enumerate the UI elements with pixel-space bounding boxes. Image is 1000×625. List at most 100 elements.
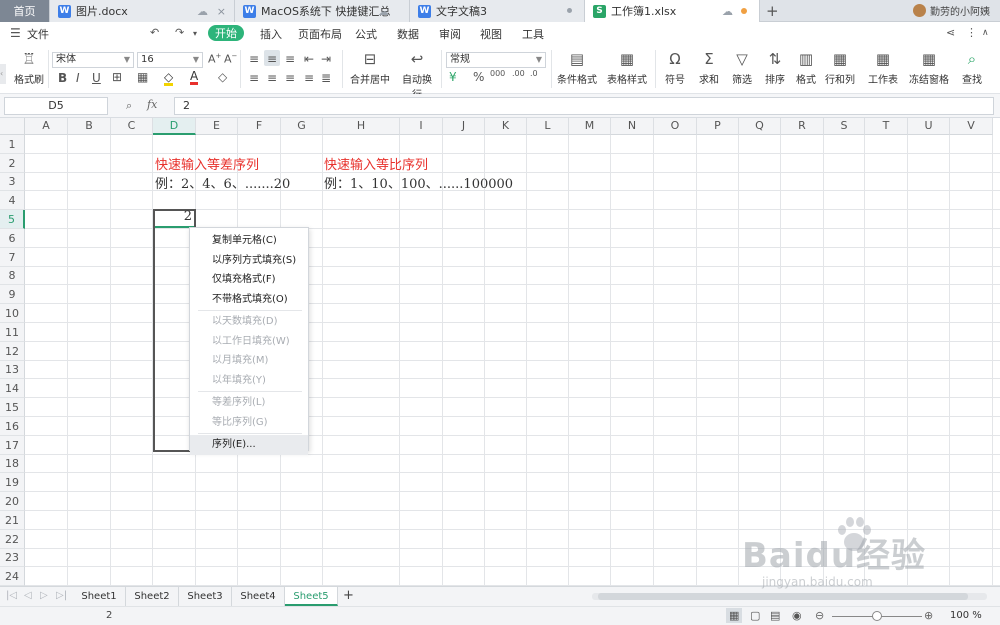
align-left-icon[interactable]: ≡ bbox=[249, 71, 259, 85]
currency-icon[interactable]: ¥ bbox=[449, 70, 457, 84]
row-header-11[interactable]: 11 bbox=[0, 323, 25, 342]
prev-sheet-icon[interactable]: ◁ bbox=[24, 590, 32, 601]
column-header-a[interactable]: A bbox=[25, 118, 68, 135]
column-header-r[interactable]: R bbox=[781, 118, 824, 135]
zoom-search-icon[interactable]: ⌕ bbox=[126, 99, 132, 113]
row-header-7[interactable]: 7 bbox=[0, 248, 25, 267]
column-header-b[interactable]: B bbox=[68, 118, 111, 135]
horizontal-scrollbar[interactable] bbox=[592, 593, 987, 600]
context-menu-item[interactable]: 等差序列(L) bbox=[190, 393, 308, 413]
row-header-15[interactable]: 15 bbox=[0, 398, 25, 417]
menu-data[interactable]: 数据 bbox=[397, 26, 419, 42]
context-menu-item[interactable]: 以工作日填充(W) bbox=[190, 332, 308, 352]
increase-indent-icon[interactable]: ⇥ bbox=[321, 52, 331, 66]
row-header-22[interactable]: 22 bbox=[0, 530, 25, 549]
column-header-p[interactable]: P bbox=[697, 118, 739, 135]
menu-start[interactable]: 开始 bbox=[208, 25, 244, 41]
next-sheet-icon[interactable]: ▷ bbox=[40, 590, 48, 601]
menu-review[interactable]: 审阅 bbox=[439, 26, 461, 42]
italic-icon[interactable]: I bbox=[76, 71, 80, 85]
row-header-13[interactable]: 13 bbox=[0, 361, 25, 379]
column-header-d[interactable]: D bbox=[153, 118, 196, 135]
column-header-n[interactable]: N bbox=[611, 118, 654, 135]
context-menu-item[interactable]: 不带格式填充(O) bbox=[190, 290, 308, 310]
row-header-23[interactable]: 23 bbox=[0, 549, 25, 567]
row-header-10[interactable]: 10 bbox=[0, 304, 25, 323]
new-tab-plus-icon[interactable]: + bbox=[766, 2, 779, 20]
collapse-ribbon-icon[interactable]: ∧ bbox=[982, 28, 989, 38]
tab-workbook[interactable]: S 工作簿1.xlsx ☁ bbox=[585, 0, 760, 22]
column-header-q[interactable]: Q bbox=[739, 118, 781, 135]
ribbon-scroll-left-icon[interactable]: ‹ bbox=[0, 64, 6, 84]
context-menu-item[interactable]: 以年填充(Y) bbox=[190, 371, 308, 391]
row-header-14[interactable]: 14 bbox=[0, 379, 25, 398]
conditional-format-button[interactable]: ▤ 条件格式 bbox=[554, 50, 600, 86]
cell-d2[interactable]: 快速输入等差序列 bbox=[155, 154, 259, 173]
column-header-e[interactable]: E bbox=[196, 118, 238, 135]
close-tab-icon[interactable]: × bbox=[217, 5, 226, 18]
fx-icon[interactable]: fx bbox=[147, 98, 157, 111]
scrollbar-thumb[interactable] bbox=[598, 593, 968, 600]
column-header-v[interactable]: V bbox=[950, 118, 993, 135]
find-button[interactable]: ⌕ 查找 bbox=[956, 50, 988, 86]
worksheet-button[interactable]: ▦ 工作表 bbox=[866, 50, 900, 86]
row-header-9[interactable]: 9 bbox=[0, 285, 25, 304]
symbol-button[interactable]: Ω 符号 bbox=[660, 50, 690, 86]
context-menu-item[interactable]: 以序列方式填充(S) bbox=[190, 251, 308, 271]
highlight-color-icon[interactable]: ◇ bbox=[164, 71, 174, 86]
menu-file[interactable]: 文件 bbox=[27, 26, 49, 42]
underline-icon[interactable]: U bbox=[92, 71, 101, 85]
tab-home[interactable]: 首页 bbox=[0, 0, 50, 22]
tab-doc-text3[interactable]: W 文字文稿3 bbox=[410, 0, 585, 22]
align-right-icon[interactable]: ≡ bbox=[285, 71, 295, 85]
column-header-k[interactable]: K bbox=[485, 118, 527, 135]
thousands-separator-icon[interactable]: 000 bbox=[490, 69, 505, 78]
page-layout-view-icon[interactable]: ▢ bbox=[750, 609, 760, 622]
menu-formula[interactable]: 公式 bbox=[355, 26, 377, 42]
context-menu-item[interactable]: 以天数填充(D) bbox=[190, 312, 308, 332]
merge-center-button[interactable]: ⊟ 合并居中 bbox=[346, 50, 394, 86]
clear-format-icon[interactable]: ◇ bbox=[218, 70, 227, 84]
zoom-in-icon[interactable]: ⊕ bbox=[924, 609, 933, 622]
row-header-8[interactable]: 8 bbox=[0, 267, 25, 285]
hamburger-menu-icon[interactable]: ☰ bbox=[10, 26, 21, 40]
menu-page-layout[interactable]: 页面布局 bbox=[298, 26, 342, 42]
eye-protection-icon[interactable]: ◉ bbox=[792, 609, 802, 622]
tab-doc-images[interactable]: W 图片.docx ☁ × bbox=[50, 0, 235, 22]
row-header-19[interactable]: 19 bbox=[0, 473, 25, 492]
normal-view-icon[interactable]: ▦ bbox=[729, 609, 739, 622]
column-header-i[interactable]: I bbox=[400, 118, 443, 135]
formula-input[interactable]: 2 bbox=[174, 97, 994, 115]
first-sheet-icon[interactable]: |◁ bbox=[6, 590, 17, 601]
format-button[interactable]: ▥ 格式 bbox=[792, 50, 820, 86]
decrease-indent-icon[interactable]: ⇤ bbox=[304, 52, 314, 66]
font-size-select[interactable]: 16 ▼ bbox=[137, 52, 203, 68]
align-middle-icon[interactable]: ≡ bbox=[267, 52, 277, 66]
context-menu-item[interactable]: 等比序列(G) bbox=[190, 413, 308, 433]
border-icon[interactable]: ⊞ bbox=[112, 70, 122, 84]
row-header-12[interactable]: 12 bbox=[0, 342, 25, 361]
menu-insert[interactable]: 插入 bbox=[260, 26, 282, 42]
row-header-24[interactable]: 24 bbox=[0, 567, 25, 586]
column-header-h[interactable]: H bbox=[323, 118, 400, 135]
bold-icon[interactable]: B bbox=[58, 71, 67, 85]
number-format-select[interactable]: 常规 ▼ bbox=[446, 52, 546, 68]
context-menu-item[interactable]: 仅填充格式(F) bbox=[190, 270, 308, 290]
context-menu-item[interactable]: 序列(E)... bbox=[190, 435, 308, 455]
context-menu-item[interactable]: 复制单元格(C) bbox=[190, 231, 308, 251]
row-header-2[interactable]: 2 bbox=[0, 154, 25, 173]
row-header-21[interactable]: 21 bbox=[0, 511, 25, 530]
column-header-l[interactable]: L bbox=[527, 118, 569, 135]
column-header-c[interactable]: C bbox=[111, 118, 153, 135]
align-center-icon[interactable]: ≡ bbox=[267, 71, 277, 85]
increase-font-icon[interactable]: A+ bbox=[208, 52, 221, 66]
zoom-slider-handle[interactable] bbox=[872, 611, 882, 621]
page-break-view-icon[interactable]: ▤ bbox=[770, 609, 780, 622]
column-header-u[interactable]: U bbox=[908, 118, 950, 135]
row-header-18[interactable]: 18 bbox=[0, 455, 25, 473]
column-header-t[interactable]: T bbox=[865, 118, 908, 135]
column-header-j[interactable]: J bbox=[443, 118, 485, 135]
undo-icon[interactable]: ↶ bbox=[150, 26, 159, 39]
row-header-4[interactable]: 4 bbox=[0, 191, 25, 210]
add-sheet-icon[interactable]: + bbox=[343, 588, 354, 603]
